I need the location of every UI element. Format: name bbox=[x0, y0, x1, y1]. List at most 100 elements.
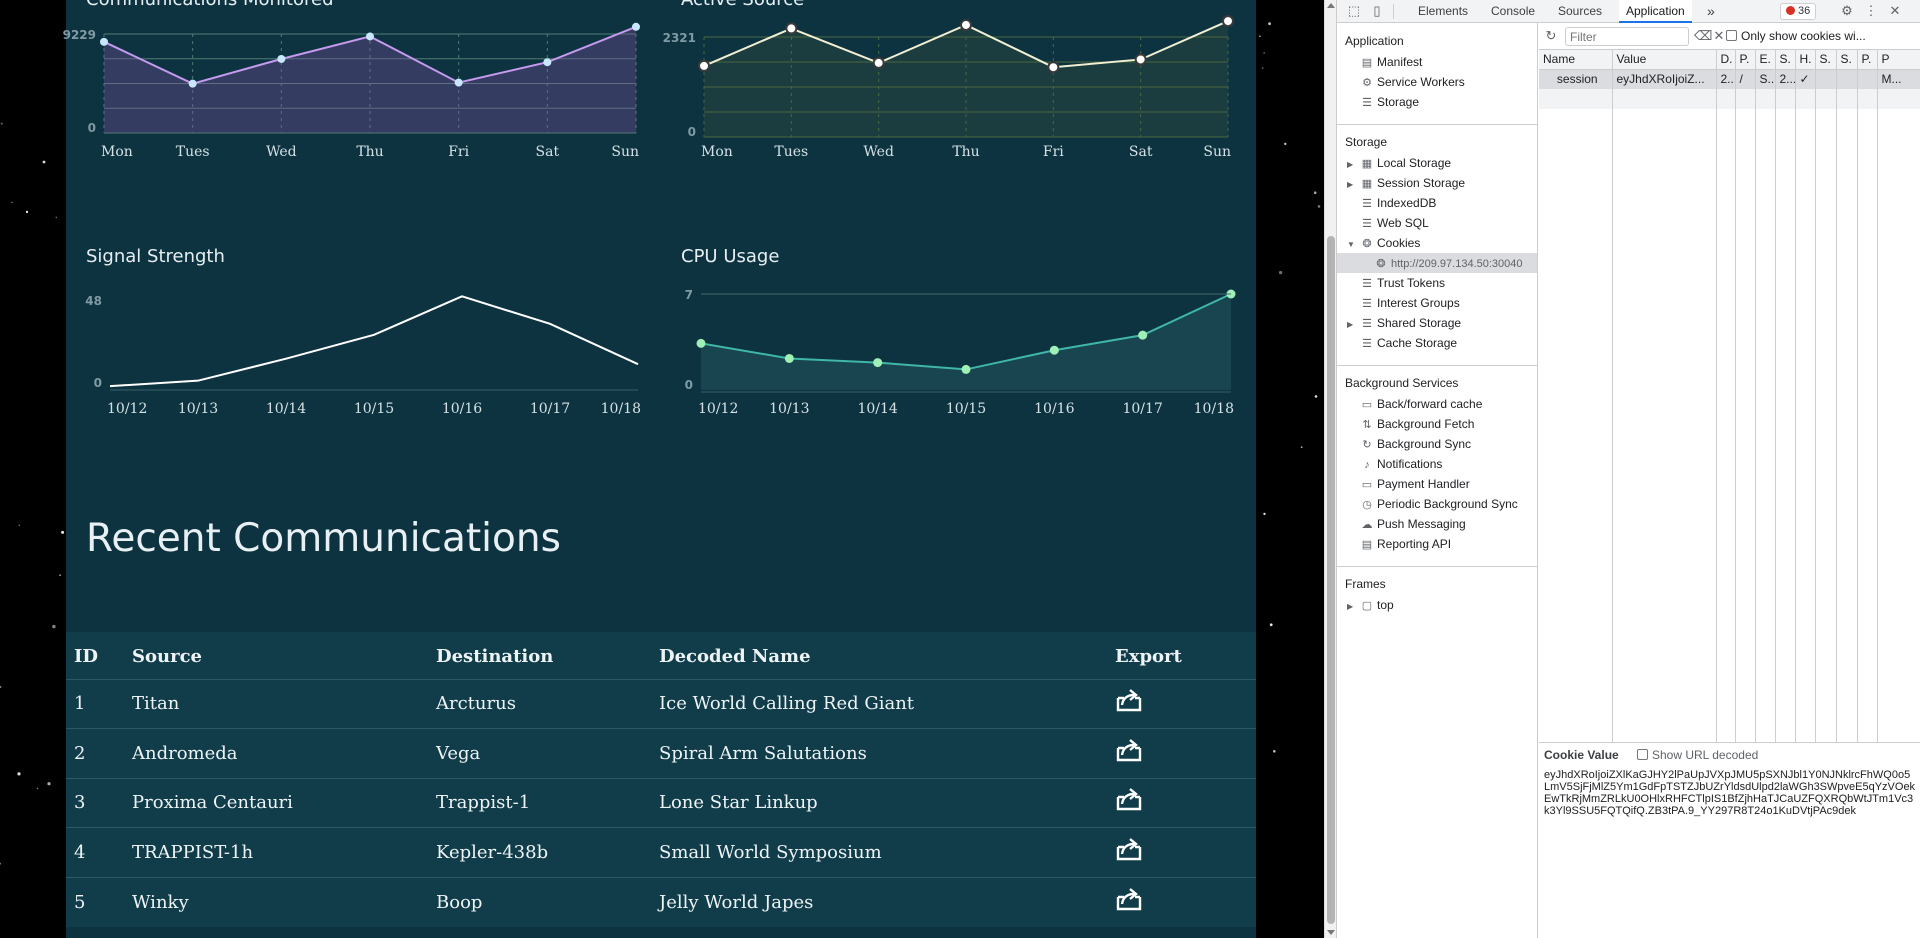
sidebar-item-session-storage[interactable]: ▶ ▦ Session Storage bbox=[1347, 173, 1465, 193]
only-show-cookies-checkbox[interactable]: Only show cookies wi... bbox=[1726, 29, 1866, 43]
grid-column-header[interactable]: P. bbox=[1735, 50, 1756, 70]
grid-column-header[interactable]: S. bbox=[1815, 50, 1837, 70]
show-url-decoded-checkbox[interactable]: Show URL decoded bbox=[1637, 748, 1758, 762]
data-point[interactable] bbox=[1134, 53, 1147, 66]
device-toolbar-icon[interactable]: ▯ bbox=[1370, 4, 1384, 18]
data-point[interactable] bbox=[277, 54, 286, 63]
sidebar-item-shared-storage[interactable]: ▶ ☰ Shared Storage bbox=[1347, 313, 1461, 333]
sidebar-item-frame-top[interactable]: ▶ ▢ top bbox=[1347, 595, 1394, 615]
sidebar-item-cookie-origin[interactable]: ❂ http://209.97.134.50:30040 bbox=[1337, 253, 1537, 273]
tab-application[interactable]: Application bbox=[1619, 0, 1692, 23]
grid-column-header[interactable]: D. bbox=[1716, 50, 1736, 70]
tab-sources[interactable]: Sources bbox=[1558, 0, 1602, 23]
data-point[interactable] bbox=[961, 364, 971, 374]
delete-all-icon[interactable]: ✕ bbox=[1712, 29, 1726, 43]
data-point[interactable] bbox=[543, 58, 552, 67]
grid-column-header[interactable]: Value bbox=[1612, 50, 1717, 70]
grid-column-header[interactable]: S. bbox=[1775, 50, 1796, 70]
sidebar-item-web-sql[interactable]: ☰ Web SQL bbox=[1359, 213, 1429, 233]
sidebar-item-storage-overview[interactable]: ☰ Storage bbox=[1359, 92, 1419, 112]
sidebar-item-background-sync[interactable]: ↻ Background Sync bbox=[1359, 434, 1471, 454]
database-icon: ☰ bbox=[1362, 218, 1372, 230]
grid-column-header[interactable]: S. bbox=[1836, 50, 1858, 70]
close-devtools-icon[interactable]: ✕ bbox=[1888, 4, 1902, 18]
star bbox=[1314, 395, 1318, 398]
sidebar-item-background-fetch[interactable]: ⇅ Background Fetch bbox=[1359, 414, 1474, 434]
x-tick-label: 10/13 bbox=[769, 401, 809, 417]
data-point[interactable] bbox=[785, 22, 798, 35]
sidebar-item-back-forward-cache[interactable]: ▭ Back/forward cache bbox=[1359, 394, 1483, 414]
sidebar-item-payment-handler[interactable]: ▭ Payment Handler bbox=[1359, 474, 1470, 494]
sidebar-item-manifest[interactable]: ▤ Manifest bbox=[1359, 52, 1423, 72]
cell-decoded-name: Lone Star Linkup bbox=[659, 777, 1115, 828]
sidebar-item-indexeddb[interactable]: ☰ IndexedDB bbox=[1359, 193, 1436, 213]
x-tick-label: Tues bbox=[176, 144, 210, 160]
sidebar-item-push-messaging[interactable]: ☁ Push Messaging bbox=[1359, 514, 1466, 534]
inspect-element-icon[interactable]: ⬚ bbox=[1347, 4, 1361, 18]
more-options-icon[interactable]: ⋮ bbox=[1864, 4, 1878, 18]
scroll-up-icon[interactable] bbox=[1327, 3, 1335, 8]
frame-icon: ▢ bbox=[1361, 600, 1373, 612]
sidebar-item-notifications[interactable]: ♪ Notifications bbox=[1359, 454, 1442, 474]
grid-column-header[interactable]: Name bbox=[1539, 50, 1613, 70]
clear-filtered-icon[interactable]: ⌫ bbox=[1694, 29, 1712, 43]
page-scrollbar[interactable] bbox=[1324, 0, 1336, 938]
more-tabs-icon[interactable]: » bbox=[1707, 0, 1715, 23]
sidebar-item-cookies[interactable]: ▼ ❂ Cookies bbox=[1347, 233, 1420, 253]
scroll-down-icon[interactable] bbox=[1327, 930, 1335, 935]
data-point[interactable] bbox=[872, 56, 885, 69]
sidebar-item-periodic-background-sync[interactable]: ◷ Periodic Background Sync bbox=[1359, 494, 1518, 514]
data-point[interactable] bbox=[698, 59, 710, 72]
grid-column-header[interactable]: H. bbox=[1795, 50, 1816, 70]
cell-export bbox=[1115, 777, 1256, 828]
data-point[interactable] bbox=[873, 358, 883, 368]
data-point[interactable] bbox=[100, 37, 108, 46]
data-point[interactable] bbox=[188, 79, 197, 88]
filter-input[interactable] bbox=[1565, 27, 1689, 46]
checkbox-icon[interactable] bbox=[1726, 30, 1737, 41]
card-icon: ▭ bbox=[1361, 479, 1373, 491]
sidebar-item-local-storage[interactable]: ▶ ▦ Local Storage bbox=[1347, 153, 1451, 173]
sidebar-item-reporting-api[interactable]: ▤ Reporting API bbox=[1359, 534, 1451, 554]
checkbox-icon[interactable] bbox=[1637, 749, 1648, 760]
tab-console[interactable]: Console bbox=[1491, 0, 1535, 23]
sidebar-item-cache-storage[interactable]: ☰ Cache Storage bbox=[1359, 333, 1457, 353]
refresh-icon[interactable]: ↻ bbox=[1544, 29, 1558, 43]
export-icon[interactable] bbox=[1115, 837, 1145, 862]
data-point[interactable] bbox=[784, 353, 794, 363]
cell-source: Titan bbox=[132, 678, 436, 729]
sidebar-item-interest-groups[interactable]: ☰ Interest Groups bbox=[1359, 293, 1460, 313]
cookie-cell: S... bbox=[1755, 69, 1776, 89]
export-icon[interactable] bbox=[1115, 788, 1145, 812]
data-point[interactable] bbox=[1049, 345, 1059, 355]
data-point[interactable] bbox=[366, 32, 374, 41]
sidebar-item-trust-tokens[interactable]: ☰ Trust Tokens bbox=[1359, 273, 1445, 293]
data-point[interactable] bbox=[1138, 330, 1148, 340]
tab-elements[interactable]: Elements bbox=[1418, 0, 1468, 23]
cell-source: Winky bbox=[132, 876, 436, 927]
x-tick-label: Fri bbox=[448, 144, 469, 160]
export-icon[interactable] bbox=[1115, 887, 1145, 912]
data-point[interactable] bbox=[454, 78, 463, 87]
export-icon[interactable] bbox=[1115, 738, 1145, 763]
grid-column-header[interactable]: P. bbox=[1857, 50, 1878, 70]
data-point[interactable] bbox=[696, 338, 706, 348]
error-count-badge[interactable]: 36 bbox=[1780, 3, 1817, 20]
cell-decoded-name: Jelly World Japes bbox=[659, 876, 1115, 927]
star bbox=[0, 862, 1, 865]
data-point[interactable] bbox=[632, 22, 640, 31]
grid-column-header[interactable]: P bbox=[1877, 50, 1920, 70]
data-point[interactable] bbox=[1222, 15, 1234, 28]
y-tick-label: 0 bbox=[88, 121, 96, 135]
cell-id: 4 bbox=[66, 827, 132, 877]
data-point[interactable] bbox=[960, 18, 972, 31]
grid-column-header[interactable]: E. bbox=[1755, 50, 1776, 70]
settings-gear-icon[interactable]: ⚙ bbox=[1840, 4, 1854, 18]
data-point[interactable] bbox=[1047, 61, 1060, 74]
scrollbar-thumb[interactable] bbox=[1327, 236, 1335, 924]
sidebar-item-service-workers[interactable]: ⚙ Service Workers bbox=[1359, 72, 1465, 92]
export-icon[interactable] bbox=[1115, 689, 1145, 713]
cookie-row[interactable]: sessioneyJhdXRoIjoiZ...2.../S...2...✓M..… bbox=[1539, 69, 1920, 89]
cookie-icon: ❂ bbox=[1362, 238, 1372, 250]
bell-icon: ♪ bbox=[1364, 459, 1370, 471]
